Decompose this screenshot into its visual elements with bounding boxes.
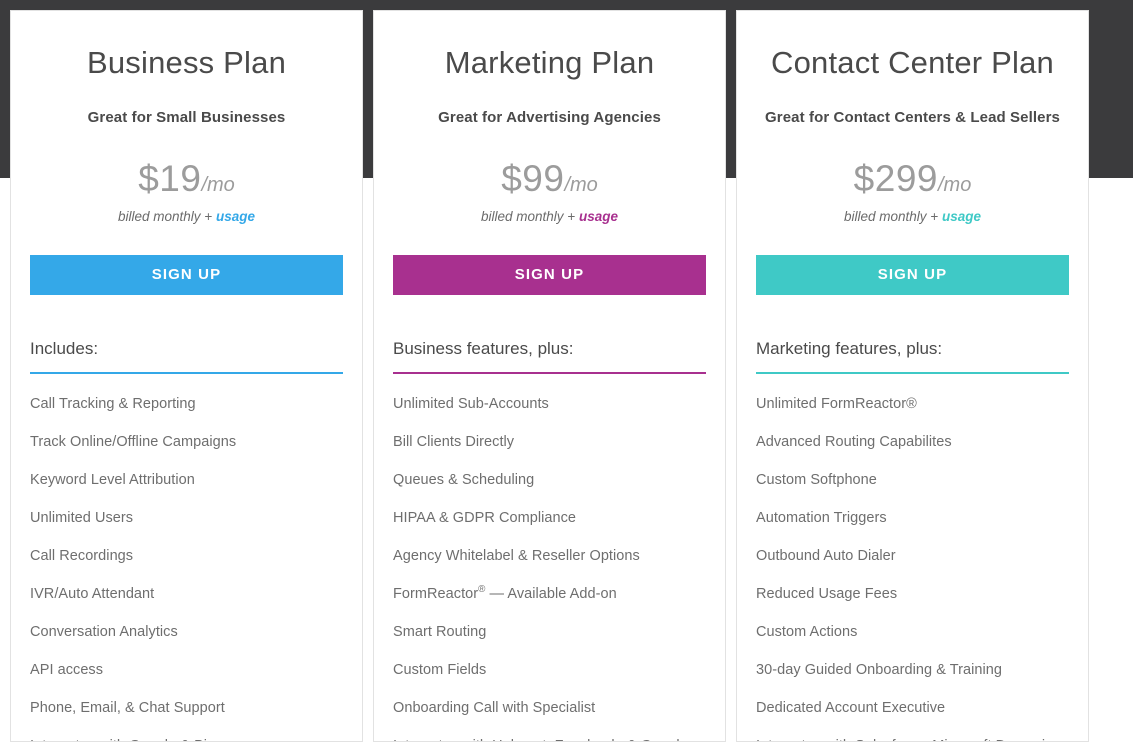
- features-heading: Includes:: [30, 339, 99, 359]
- usage-link[interactable]: usage: [942, 209, 981, 224]
- plan-subtitle: Great for Small Businesses: [87, 109, 286, 127]
- signup-button[interactable]: SIGN UP: [393, 255, 706, 296]
- features-heading-rule: [30, 372, 343, 375]
- price-period: /mo: [201, 174, 235, 197]
- features-heading: Business features, plus:: [393, 339, 574, 359]
- plan-card: Marketing Plan Great for Advertising Agen…: [373, 10, 726, 742]
- usage-link[interactable]: usage: [579, 209, 618, 224]
- feature-item: IVR/Auto Attendant: [30, 586, 155, 603]
- feature-item: Integrates with Hubspot, Facebook, & Goo…: [393, 736, 706, 741]
- usage-link[interactable]: usage: [216, 209, 255, 224]
- feature-item: Onboarding Call with Specialist: [393, 700, 596, 717]
- signup-button[interactable]: SIGN UP: [30, 255, 343, 296]
- plan-subtitle: Great for Advertising Agencies: [438, 109, 661, 127]
- price-period: /mo: [564, 174, 598, 197]
- feature-item: Keyword Level Attribution: [30, 472, 195, 489]
- feature-item: Custom Softphone: [756, 472, 877, 489]
- feature-item: Track Online/Offline Campaigns: [30, 434, 237, 451]
- feature-list: Call Tracking & Reporting Track Online/Of…: [30, 394, 343, 741]
- feature-item: 30-day Guided Onboarding & Training: [756, 662, 1002, 679]
- plan-title: Business Plan: [86, 45, 287, 80]
- feature-item: Call Recordings: [30, 548, 134, 565]
- price-block: $299/mo: [756, 158, 1069, 200]
- feature-item: Integrates with Google & Bing: [30, 736, 343, 741]
- feature-item: Call Tracking & Reporting: [30, 396, 196, 413]
- feature-item: HIPAA & GDPR Compliance: [393, 510, 577, 527]
- feature-item: Smart Routing: [393, 624, 487, 641]
- price-block: $19/mo: [30, 158, 343, 200]
- registered-trademark-icon: ®: [478, 584, 486, 596]
- feature-item: Conversation Analytics: [30, 624, 178, 641]
- billing-note-text: billed monthly +: [844, 209, 942, 225]
- feature-item: Unlimited Sub-Accounts: [393, 396, 549, 413]
- feature-list: Unlimited FormReactor® Advanced Routing C…: [756, 394, 1069, 741]
- feature-item: Phone, Email, & Chat Support: [30, 700, 225, 717]
- feature-item: Agency Whitelabel & Reseller Options: [393, 548, 640, 565]
- feature-item: Custom Fields: [393, 662, 487, 679]
- features-heading-rule: [393, 372, 706, 375]
- feature-item: Outbound Auto Dialer: [756, 548, 896, 565]
- plan-subtitle: Great for Contact Centers & Lead Sellers: [765, 109, 1060, 127]
- plan-title: Contact Center Plan: [771, 45, 1054, 80]
- feature-item: Dedicated Account Executive: [756, 700, 946, 717]
- billing-note-text: billed monthly +: [481, 209, 579, 225]
- price-amount: $19: [138, 158, 202, 200]
- plan-card: Contact Center Plan Great for Contact Cen…: [736, 10, 1089, 742]
- billing-note: billed monthly + usage: [30, 209, 343, 224]
- feature-item: Automation Triggers: [756, 510, 887, 527]
- billing-note: billed monthly + usage: [393, 209, 706, 224]
- feature-list: Unlimited Sub-Accounts Bill Clients Direc…: [393, 394, 706, 741]
- price-period: /mo: [937, 174, 972, 197]
- feature-item: Bill Clients Directly: [393, 434, 515, 451]
- price-block: $99/mo: [393, 158, 706, 200]
- feature-item: Reduced Usage Fees: [756, 586, 898, 603]
- pricing-plans-container: Business Plan Great for Small Businesses $…: [0, 0, 1133, 742]
- billing-note: billed monthly + usage: [756, 209, 1069, 224]
- feature-item: FormReactor® — Available Add-on: [393, 584, 617, 603]
- price-amount: $299: [853, 158, 938, 200]
- plan-title: Marketing Plan: [444, 45, 655, 80]
- plan-card: Business Plan Great for Small Businesses $…: [10, 10, 363, 742]
- billing-note-text: billed monthly +: [118, 209, 216, 225]
- signup-button[interactable]: SIGN UP: [756, 255, 1069, 296]
- price-amount: $99: [501, 158, 565, 200]
- feature-item: Queues & Scheduling: [393, 472, 535, 489]
- feature-item: Advanced Routing Capabilites: [756, 434, 952, 451]
- features-heading: Marketing features, plus:: [756, 339, 943, 359]
- feature-item: Unlimited Users: [30, 510, 134, 527]
- feature-item: Integrates with Salesforce, Microsoft Dy…: [756, 736, 1069, 741]
- feature-item: API access: [30, 662, 104, 679]
- features-heading-rule: [756, 372, 1069, 375]
- feature-item: Custom Actions: [756, 624, 858, 641]
- feature-item: Unlimited FormReactor®: [756, 396, 917, 413]
